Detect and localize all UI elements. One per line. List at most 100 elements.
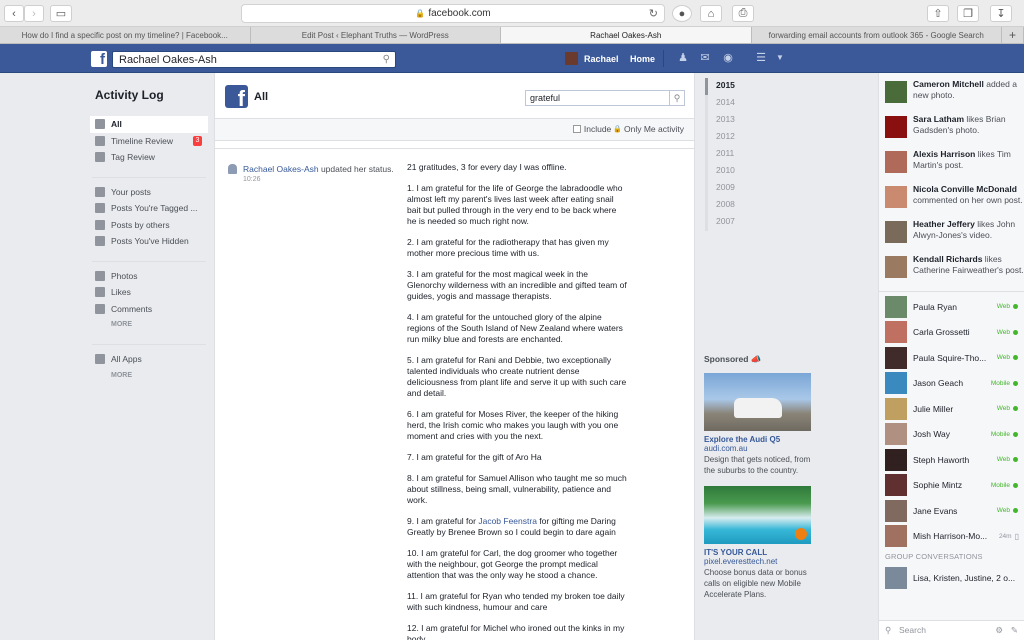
account-menu-chevron-down-icon[interactable]: ▼ (773, 52, 787, 64)
ticker-name[interactable]: Nicola Conville McDonald (913, 184, 1017, 194)
ticker-name[interactable]: Heather Jeffery (913, 219, 975, 229)
year-2014[interactable]: 2014 (705, 95, 765, 112)
chat-contact[interactable]: Steph Haworth Web (879, 447, 1024, 473)
sidebar-icon[interactable]: ▭ (50, 5, 72, 22)
tagged-person-link[interactable]: Jacob Feenstra (478, 516, 537, 526)
browser-tab[interactable]: Rachael Oakes-Ash (501, 27, 752, 43)
divider (215, 141, 694, 149)
avatar (885, 295, 907, 318)
ticker-item[interactable]: Heather Jeffery likes John Alwyn-Jones's… (879, 213, 1024, 248)
ad-url[interactable]: audi.com.au (704, 444, 814, 453)
year-2012[interactable]: 2012 (705, 129, 765, 146)
home-link[interactable]: Home (630, 54, 655, 64)
activity-search-input[interactable]: grateful ⚲ (525, 90, 685, 106)
page-title: Activity Log (95, 88, 164, 102)
ticker-name[interactable]: Sara Latham (913, 114, 964, 124)
ad-title[interactable]: IT'S YOUR CALL (704, 548, 814, 557)
ticker-item[interactable]: Alexis Harrison likes Tim Martin's post. (879, 143, 1024, 178)
chat-contact[interactable]: Sophie Mintz Mobile (879, 473, 1024, 499)
ad-image[interactable] (704, 373, 811, 431)
chat-contact[interactable]: Paula Ryan Web (879, 294, 1024, 320)
search-icon[interactable]: ⚲ (669, 91, 684, 105)
ad-image[interactable] (704, 486, 811, 544)
nav-item-your-posts[interactable]: Your posts (90, 184, 208, 201)
browser-tab[interactable]: How do I find a specific post on my time… (0, 27, 251, 43)
nav-item-likes[interactable]: Likes (90, 284, 208, 301)
messages-icon[interactable]: ✉ (698, 52, 712, 64)
extension-icon[interactable]: ● (672, 5, 692, 22)
more-link[interactable]: MORE (90, 317, 208, 333)
chat-contact[interactable]: Paula Squire-Tho... Web (879, 345, 1024, 371)
facebook-logo-icon[interactable]: f (91, 51, 107, 67)
ticker-item[interactable]: Cameron Mitchell added a new photo. (879, 73, 1024, 108)
ticker-and-chat: Cameron Mitchell added a new photo. Sara … (878, 73, 1024, 640)
chat-contact[interactable]: Jane Evans Web (879, 498, 1024, 524)
nav-item-photos[interactable]: Photos (90, 268, 208, 285)
ticker-name[interactable]: Alexis Harrison (913, 149, 975, 159)
online-dot-icon (1013, 431, 1018, 437)
divider (92, 333, 206, 345)
year-2013[interactable]: 2013 (705, 112, 765, 129)
entry-time[interactable]: 10:26 (243, 176, 261, 183)
ticker-name[interactable]: Kendall Richards (913, 254, 982, 264)
notifications-globe-icon[interactable]: ◉ (721, 52, 735, 64)
year-2007[interactable]: 2007 (705, 214, 765, 231)
browser-tab[interactable]: forwarding email accounts from outlook 3… (752, 27, 1002, 43)
status-paragraph: 11. I am grateful for Ryan who tended my… (407, 591, 625, 612)
back-icon[interactable]: ‹ (4, 5, 24, 22)
search-icon[interactable]: ⚲ (383, 54, 390, 65)
forward-icon[interactable]: › (24, 5, 44, 22)
year-2008[interactable]: 2008 (705, 197, 765, 214)
chat-contact[interactable]: Jason Geach Mobile (879, 371, 1024, 397)
nav-item-all[interactable]: All (90, 116, 208, 133)
year-2009[interactable]: 2009 (705, 180, 765, 197)
chat-contact-name: Josh Way (913, 429, 951, 440)
ticker-name[interactable]: Cameron Mitchell (913, 79, 984, 89)
ticker-item[interactable]: Kendall Richards likes Catherine Fairwea… (879, 248, 1024, 283)
browser-tab[interactable]: Edit Post ‹ Elephant Truths — WordPress (251, 27, 501, 43)
include-checkbox[interactable] (572, 125, 581, 133)
gear-icon[interactable]: ⚙ (995, 621, 1003, 640)
url-bar[interactable]: 🔒 facebook.com ↻ (241, 4, 665, 23)
nav-item-all-apps[interactable]: All Apps (90, 351, 208, 368)
nav-item-comments[interactable]: Comments (90, 301, 208, 318)
author-link[interactable]: Rachael Oakes-Ash (243, 164, 319, 174)
chat-search-input[interactable]: ⚲ Search ⚙ ✎ (879, 620, 1024, 640)
ad-telstra[interactable]: IT'S YOUR CALL pixel.everesttech.net Cho… (704, 486, 814, 600)
share-icon[interactable]: ⇧ (927, 5, 949, 22)
nav-item-posts-by-others[interactable]: Posts by others (90, 217, 208, 234)
more-link[interactable]: MORE (90, 368, 208, 384)
compose-icon[interactable]: ✎ (1011, 621, 1018, 640)
ticker-item[interactable]: Sara Latham likes Brian Gadsden's photo. (879, 108, 1024, 143)
year-2011[interactable]: 2011 (705, 146, 765, 163)
chat-status: Web (996, 303, 1010, 311)
nav-item-posts-you-re-tagged[interactable]: Posts You're Tagged ... (90, 200, 208, 217)
nav-item-posts-you-ve-hidden[interactable]: Posts You've Hidden (90, 233, 208, 250)
ticker-item[interactable]: Nicola Conville McDonald commented on he… (879, 178, 1024, 213)
print-icon[interactable]: ⎙ (732, 5, 754, 22)
group-conversation-item[interactable]: Lisa, Kristen, Justine, 2 o... (879, 565, 1024, 591)
tabs-overview-icon[interactable]: ❐ (957, 5, 979, 22)
only-me-toggle[interactable]: Include 🔒 Only Me activity (572, 124, 684, 134)
nav-item-tag-review[interactable]: Tag Review (90, 149, 208, 166)
new-tab-button[interactable]: + (1002, 27, 1024, 43)
status-paragraph: 8. I am grateful for Samuel Allison who … (407, 473, 627, 505)
nav-item-timeline-review[interactable]: Timeline Review 3 (90, 133, 208, 150)
privacy-shortcuts-icon[interactable]: ☰ (754, 52, 768, 64)
facebook-search-input[interactable]: Rachael Oakes-Ash ⚲ (112, 51, 396, 68)
chat-status: Mobile (990, 430, 1010, 438)
home-icon[interactable]: ⌂ (700, 5, 722, 22)
download-icon[interactable]: ↧ (990, 5, 1012, 22)
ad-title[interactable]: Explore the Audi Q5 (704, 435, 814, 444)
chat-contact[interactable]: Josh Way Mobile (879, 422, 1024, 448)
reload-icon[interactable]: ↻ (649, 7, 658, 20)
friend-requests-icon[interactable]: ♟ (676, 52, 690, 64)
year-2010[interactable]: 2010 (705, 163, 765, 180)
ad-audi[interactable]: Explore the Audi Q5 audi.com.au Design t… (704, 373, 814, 476)
chat-contact[interactable]: Mish Harrison-Mo... 24m ▯ (879, 524, 1024, 550)
chat-contact[interactable]: Julie Miller Web (879, 396, 1024, 422)
ad-url[interactable]: pixel.everesttech.net (704, 557, 814, 566)
profile-link[interactable]: Rachael (565, 52, 619, 65)
year-2015[interactable]: 2015 (705, 78, 765, 95)
chat-contact[interactable]: Carla Grossetti Web (879, 320, 1024, 346)
